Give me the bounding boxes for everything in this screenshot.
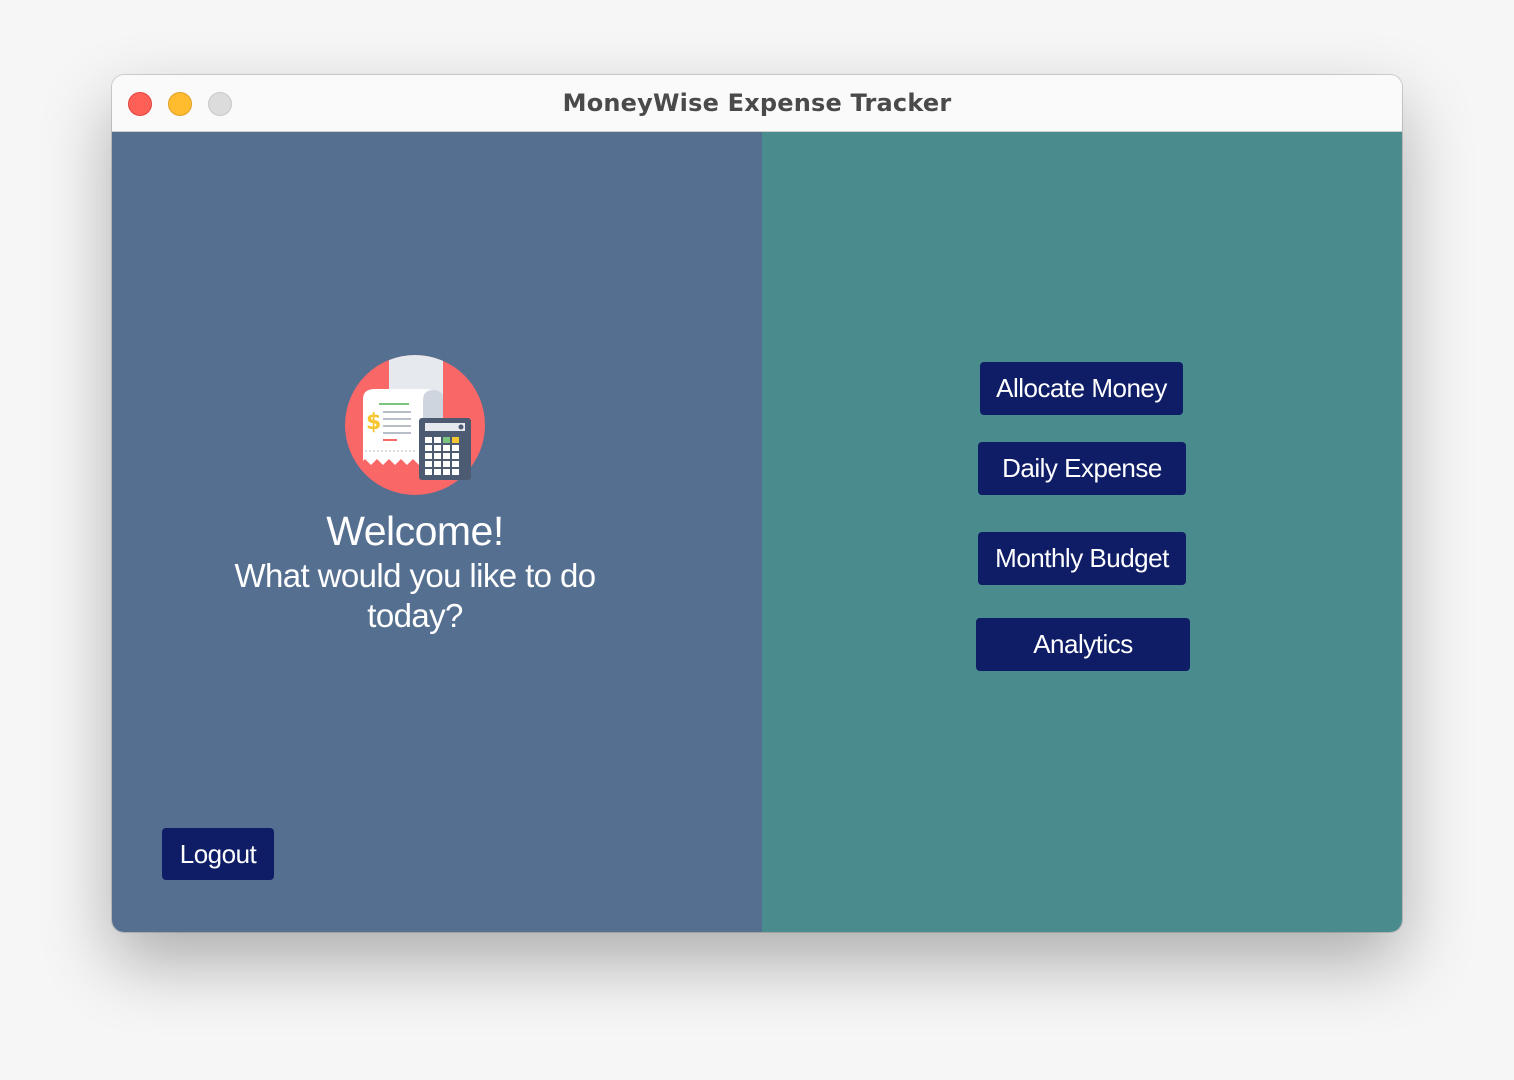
analytics-button[interactable]: Analytics: [976, 618, 1190, 671]
main-content: $ Welcome! What would you like to do tod…: [112, 132, 1402, 932]
monthly-budget-button[interactable]: Monthly Budget: [978, 532, 1186, 585]
actions-panel: Allocate Money Daily Expense Monthly Bud…: [762, 132, 1402, 932]
app-window: MoneyWise Expense Tracker $ Welcome! Wha…: [112, 75, 1402, 932]
welcome-panel: $ Welcome! What would you like to do tod…: [112, 132, 762, 932]
logout-button[interactable]: Logout: [162, 828, 274, 880]
title-bar: MoneyWise Expense Tracker: [112, 75, 1402, 132]
close-window-button[interactable]: [128, 92, 152, 116]
welcome-heading: Welcome!: [326, 508, 504, 554]
daily-expense-button[interactable]: Daily Expense: [978, 442, 1186, 495]
svg-text:$: $: [366, 410, 381, 435]
zoom-window-button[interactable]: [208, 92, 232, 116]
window-title: MoneyWise Expense Tracker: [562, 89, 952, 117]
allocate-money-button[interactable]: Allocate Money: [980, 362, 1183, 415]
receipt-calculator-icon: $: [345, 355, 485, 495]
window-controls: [128, 92, 232, 116]
minimize-window-button[interactable]: [168, 92, 192, 116]
welcome-prompt: What would you like to do today?: [234, 557, 596, 634]
